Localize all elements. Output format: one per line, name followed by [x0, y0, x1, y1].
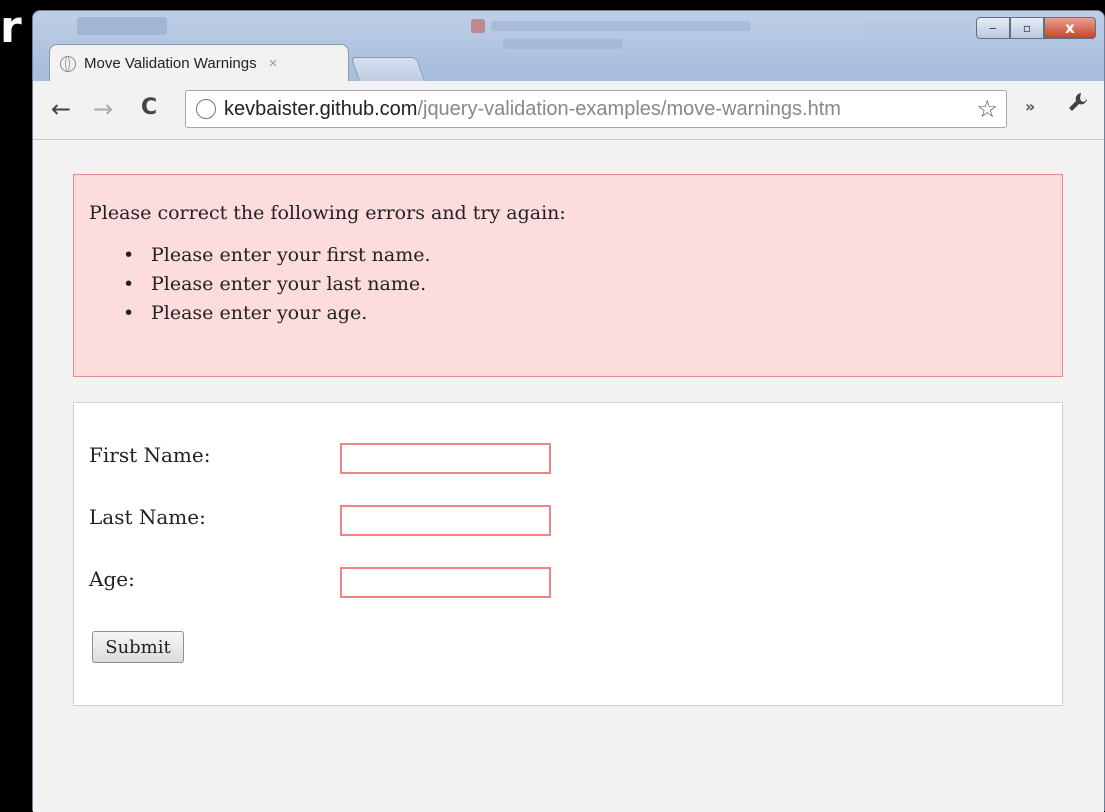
form-panel: First Name: Last Name: Age: Submit [73, 402, 1063, 706]
first-name-field[interactable] [340, 443, 551, 474]
maximize-icon: ▫ [1022, 21, 1032, 35]
browser-window: ‒ ▫ x Move Validation Warnings × ← → C k… [32, 10, 1105, 812]
last-name-label: Last Name: [89, 505, 206, 529]
submit-button[interactable]: Submit [92, 631, 184, 663]
page-content: Please correct the following errors and … [33, 140, 1104, 812]
more-bookmarks-icon[interactable]: » [1025, 97, 1035, 116]
first-name-label: First Name: [89, 443, 211, 467]
forward-icon[interactable]: → [93, 97, 113, 121]
minimize-button[interactable]: ‒ [976, 17, 1010, 39]
window-controls: ‒ ▫ x [976, 17, 1096, 39]
error-item: Please enter your age. [123, 299, 431, 328]
age-field[interactable] [340, 567, 551, 598]
background-window-thumb [471, 19, 485, 33]
background-window-thumb [77, 17, 167, 35]
error-summary: Please correct the following errors and … [73, 174, 1063, 377]
background-window-thumb [503, 39, 623, 49]
minimize-icon: ‒ [989, 21, 997, 35]
background-window-thumb [491, 21, 751, 31]
background-window-thumb [863, 21, 973, 33]
address-bar[interactable]: kevbaister.github.com/jquery-validation-… [185, 90, 1007, 128]
browser-toolbar: ← → C kevbaister.github.com/jquery-valid… [33, 81, 1104, 140]
error-item: Please enter your first name. [123, 241, 430, 270]
site-info-icon[interactable] [196, 99, 216, 119]
url-path: /jquery-validation-examples/move-warning… [417, 97, 841, 120]
tab-close-icon[interactable]: × [269, 55, 278, 72]
edge-letter: r [0, 2, 22, 53]
browser-tab[interactable]: Move Validation Warnings × [49, 44, 349, 82]
bookmark-star-icon[interactable]: ☆ [976, 95, 998, 124]
wrench-icon[interactable] [1067, 91, 1089, 121]
error-item: Please enter your last name. [123, 270, 431, 299]
age-label: Age: [89, 567, 135, 591]
close-window-button[interactable]: x [1044, 17, 1096, 39]
tab-title: Move Validation Warnings [84, 55, 257, 72]
page-globe-icon [60, 55, 76, 72]
error-heading: Please correct the following errors and … [89, 202, 566, 224]
new-tab-button[interactable] [350, 57, 426, 82]
error-list: Please enter your first name. Please ent… [104, 241, 431, 328]
back-icon[interactable]: ← [51, 97, 71, 121]
close-icon: x [1065, 19, 1075, 37]
reload-icon[interactable]: C [141, 97, 157, 119]
last-name-field[interactable] [340, 505, 551, 536]
maximize-button[interactable]: ▫ [1010, 17, 1044, 39]
url-host: kevbaister.github.com [224, 97, 418, 120]
